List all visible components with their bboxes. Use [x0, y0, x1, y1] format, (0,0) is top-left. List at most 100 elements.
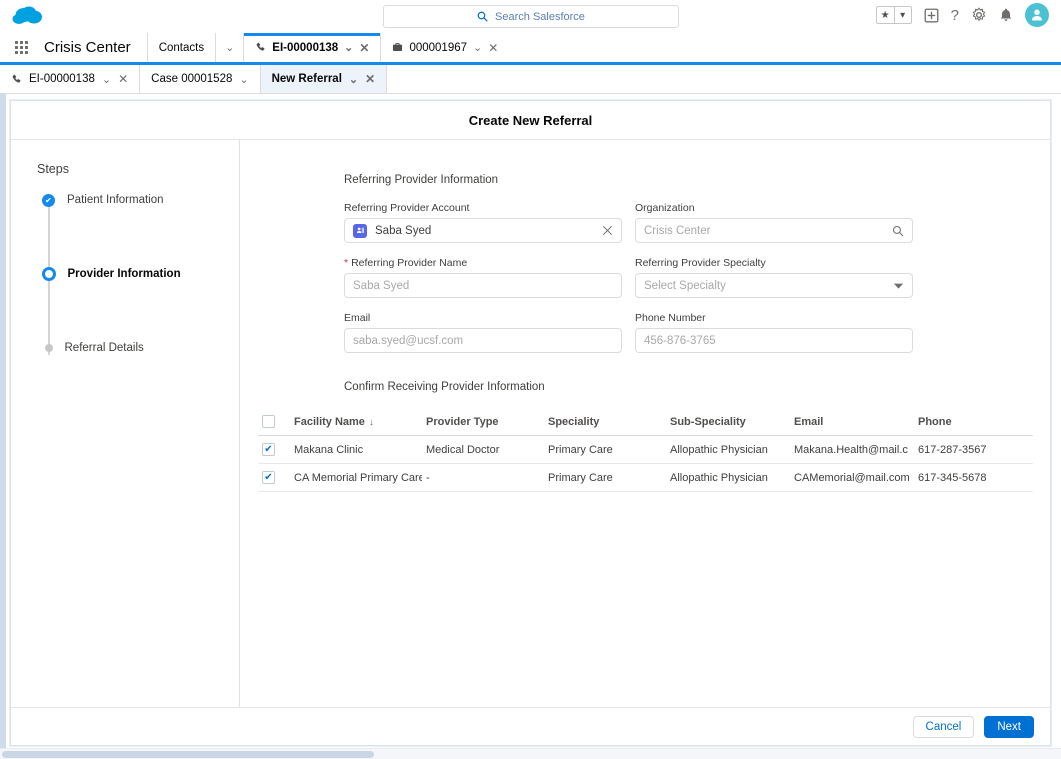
step-current-icon [41, 267, 56, 281]
field-label: Phone Number [635, 312, 706, 324]
referring-provider-specialty-value: Select Specialty [644, 279, 726, 292]
form-pane: Referring Provider Information Referring… [240, 140, 1050, 707]
create-referral-panel: Create New Referral Steps ✔ Patient Info… [10, 100, 1051, 746]
column-header-label: Speciality [548, 415, 600, 428]
chevron-down-icon[interactable]: ⌄ [102, 73, 111, 86]
receiving-provider-section: Confirm Receiving Provider Information F… [258, 381, 1033, 492]
app-name-label[interactable]: Crisis Center [42, 33, 147, 62]
cancel-button[interactable]: Cancel [912, 715, 975, 738]
column-header-facility-name[interactable]: Facility Name ↓ [290, 409, 422, 436]
primary-tab-000001967[interactable]: 000001967 ⌄ ✕ [380, 33, 510, 62]
scrollbar-thumb[interactable] [2, 751, 374, 758]
search-placeholder: Search Salesforce [495, 10, 585, 23]
setup-gear-icon[interactable] [971, 7, 987, 23]
phone-icon [255, 42, 266, 53]
secondary-tab-new-referral[interactable]: New Referral ⌄ ✕ [260, 65, 388, 93]
email-input[interactable]: saba.syed@ucsf.com [344, 328, 622, 353]
required-indicator: * [344, 257, 349, 269]
app-launcher-icon [14, 41, 28, 54]
clear-x-icon[interactable] [602, 225, 613, 236]
primary-tab-bar: Crisis Center Contacts ⌄ EI-00000138 ⌄ ✕… [0, 33, 1061, 65]
chevron-down-icon[interactable] [893, 282, 904, 290]
column-header-speciality[interactable]: Speciality [544, 409, 666, 436]
column-header-label: Provider Type [426, 415, 499, 428]
favorites-caret-icon[interactable]: ▾ [893, 7, 911, 23]
primary-tab-contacts[interactable]: Contacts [146, 33, 216, 62]
step-label: Patient Information [67, 194, 164, 206]
user-avatar[interactable] [1025, 3, 1049, 27]
case-briefcase-icon [392, 42, 403, 53]
primary-tab-label: Contacts [158, 41, 205, 54]
column-header-provider-type[interactable]: Provider Type [422, 409, 544, 436]
referring-provider-specialty-select[interactable]: Select Specialty [635, 273, 913, 298]
chevron-down-icon[interactable]: ⌄ [239, 73, 248, 86]
field-label: Referring Provider Specialty [635, 257, 766, 269]
chevron-down-icon[interactable]: ⌄ [349, 73, 358, 86]
secondary-tab-case-00001528[interactable]: Case 00001528 ⌄ [140, 65, 261, 93]
close-icon[interactable]: ✕ [365, 72, 375, 86]
horizontal-scrollbar[interactable] [0, 748, 1061, 759]
field-referring-provider-specialty: Referring Provider Specialty Select Spec… [635, 257, 913, 298]
step-provider-information[interactable]: Provider Information [37, 265, 239, 283]
organization-input[interactable]: Crisis Center [635, 218, 913, 243]
cell-provider-type: - [422, 463, 544, 492]
step-complete-icon: ✔ [42, 193, 55, 207]
favorites-button-group[interactable]: ★ ▾ [875, 6, 912, 24]
app-launcher-button[interactable] [0, 33, 42, 62]
chevron-down-icon[interactable]: ⌄ [344, 41, 353, 54]
step-patient-information[interactable]: ✔ Patient Information [37, 191, 239, 209]
step-referral-details[interactable]: Referral Details [37, 339, 239, 357]
secondary-tab-label: Case 00001528 [151, 73, 233, 85]
close-icon[interactable]: ✕ [359, 41, 369, 55]
referring-provider-name-input[interactable]: Saba Syed [344, 273, 622, 298]
column-header-phone[interactable]: Phone [914, 409, 1033, 436]
phone-number-input[interactable]: 456-876-3765 [635, 328, 913, 353]
referring-provider-account-input[interactable]: Saba Syed [344, 218, 622, 243]
field-grid: Referring Provider Account Saba Syed Org… [344, 202, 924, 353]
favorites-star-icon[interactable]: ★ [877, 7, 894, 23]
next-button[interactable]: Next [984, 715, 1034, 738]
table-row[interactable]: CA Memorial Primary Care - Primary Care … [258, 463, 1033, 492]
cell-sub-speciality: Allopathic Physician [666, 435, 790, 464]
providers-table: Facility Name ↓ Provider Type Speciality … [258, 409, 1033, 492]
select-all-header [258, 409, 290, 436]
field-label: Organization [635, 202, 695, 214]
column-header-sub-speciality[interactable]: Sub-Speciality [666, 409, 790, 436]
secondary-tab-label: EI-00000138 [29, 73, 95, 85]
column-header-label: Phone [918, 415, 952, 428]
chevron-down-icon[interactable]: ⌄ [473, 41, 482, 54]
header-icon-group: ★ ▾ ? [875, 3, 1049, 27]
search-icon[interactable] [892, 225, 904, 237]
row-checkbox[interactable] [262, 471, 275, 484]
field-email: Email saba.syed@ucsf.com [344, 312, 622, 353]
close-icon[interactable]: ✕ [118, 72, 128, 86]
notifications-bell-icon[interactable] [999, 8, 1013, 23]
column-header-label: Facility Name [294, 415, 365, 428]
primary-tab-ei-00000138[interactable]: EI-00000138 ⌄ ✕ [243, 33, 381, 62]
primary-tab-contacts-caret[interactable]: ⌄ [215, 33, 244, 62]
add-icon[interactable] [924, 8, 939, 23]
row-checkbox[interactable] [262, 443, 275, 456]
section-title-referring-provider: Referring Provider Information [344, 174, 499, 186]
select-all-checkbox[interactable] [262, 415, 275, 428]
field-label: Referring Provider Account [344, 202, 470, 214]
left-rail [0, 94, 6, 759]
column-header-email[interactable]: Email [790, 409, 914, 436]
secondary-tab-ei-00000138[interactable]: EI-00000138 ⌄ ✕ [0, 65, 141, 93]
cell-facility-name: Makana Clinic [290, 435, 422, 464]
chevron-down-icon[interactable]: ⌄ [225, 41, 234, 54]
salesforce-cloud-logo[interactable] [10, 4, 48, 30]
phone-number-value: 456-876-3765 [644, 334, 716, 347]
global-search[interactable]: Search Salesforce [383, 5, 679, 28]
providers-table-head: Facility Name ↓ Provider Type Speciality … [258, 409, 1033, 436]
referring-provider-name-value: Saba Syed [353, 279, 410, 292]
field-organization: Organization Crisis Center [635, 202, 913, 243]
field-label-text: Referring Provider Name [351, 257, 468, 269]
help-icon[interactable]: ? [951, 7, 959, 24]
workspace: Create New Referral Steps ✔ Patient Info… [0, 94, 1061, 759]
close-icon[interactable]: ✕ [488, 41, 498, 55]
cell-phone: 617-287-3567 [914, 435, 1033, 464]
table-row[interactable]: Makana Clinic Medical Doctor Primary Car… [258, 435, 1033, 464]
cell-facility-name: CA Memorial Primary Care [290, 463, 422, 492]
search-input[interactable]: Search Salesforce [383, 5, 679, 28]
